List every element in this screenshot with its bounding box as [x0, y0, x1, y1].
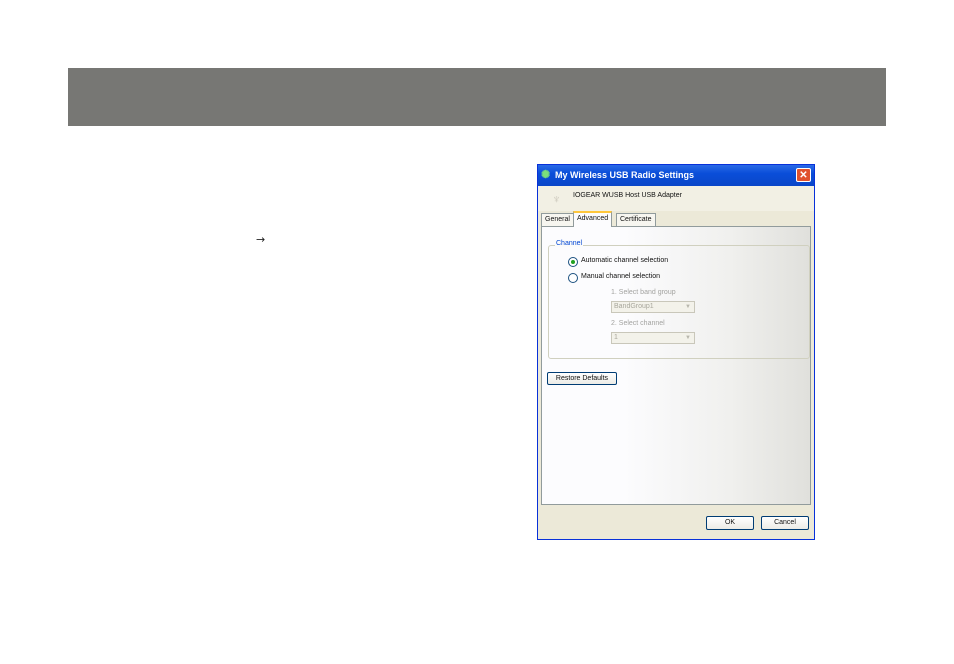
channel-group-label: Channel: [555, 240, 584, 247]
channel-select[interactable]: 1 ▼: [611, 332, 695, 344]
band-group-label: 1. Select band group: [611, 289, 676, 296]
tab-certificate[interactable]: Certificate: [616, 213, 656, 226]
channel-value: 1: [614, 334, 618, 341]
channel-group: Channel Automatic channel selection Manu…: [548, 240, 810, 359]
restore-defaults-button[interactable]: Restore Defaults: [547, 372, 617, 385]
chevron-down-icon: ▼: [685, 304, 691, 310]
title-bar[interactable]: ✺ My Wireless USB Radio Settings ✕: [538, 165, 814, 186]
radio-button[interactable]: [568, 273, 578, 283]
tab-label: General: [545, 216, 570, 223]
close-icon: ✕: [799, 170, 808, 181]
dialog-title: My Wireless USB Radio Settings: [555, 170, 694, 180]
band-group-select[interactable]: BandGroup1 ▼: [611, 301, 695, 313]
radio-button[interactable]: [568, 257, 578, 267]
radio-selected-dot: [571, 260, 575, 264]
dialog-footer: OK Cancel: [538, 507, 814, 539]
usb-device-icon: ♆: [552, 192, 561, 206]
ok-button[interactable]: OK: [706, 516, 754, 530]
tab-label: Advanced: [577, 215, 609, 222]
tab-advanced[interactable]: Advanced: [573, 211, 613, 227]
device-header: ♆ IOGEAR WUSB Host USB Adapter: [538, 186, 814, 211]
auto-channel-label: Automatic channel selection: [581, 257, 669, 264]
band-group-value: BandGroup1: [614, 303, 654, 310]
header-band: [68, 68, 886, 126]
app-icon: ✺: [541, 169, 551, 181]
manual-channel-label: Manual channel selection: [581, 273, 660, 280]
arrow-icon: →: [256, 233, 266, 246]
device-name: IOGEAR WUSB Host USB Adapter: [573, 192, 682, 199]
advanced-panel: Channel Automatic channel selection Manu…: [541, 226, 811, 505]
settings-dialog: ✺ My Wireless USB Radio Settings ✕ ♆ IOG…: [537, 164, 815, 540]
channel-select-label: 2. Select channel: [611, 320, 665, 327]
cancel-button[interactable]: Cancel: [761, 516, 809, 530]
close-button[interactable]: ✕: [796, 168, 811, 182]
tab-label: Certificate: [620, 216, 652, 223]
chevron-down-icon: ▼: [685, 335, 691, 341]
tab-general[interactable]: General: [541, 213, 574, 226]
